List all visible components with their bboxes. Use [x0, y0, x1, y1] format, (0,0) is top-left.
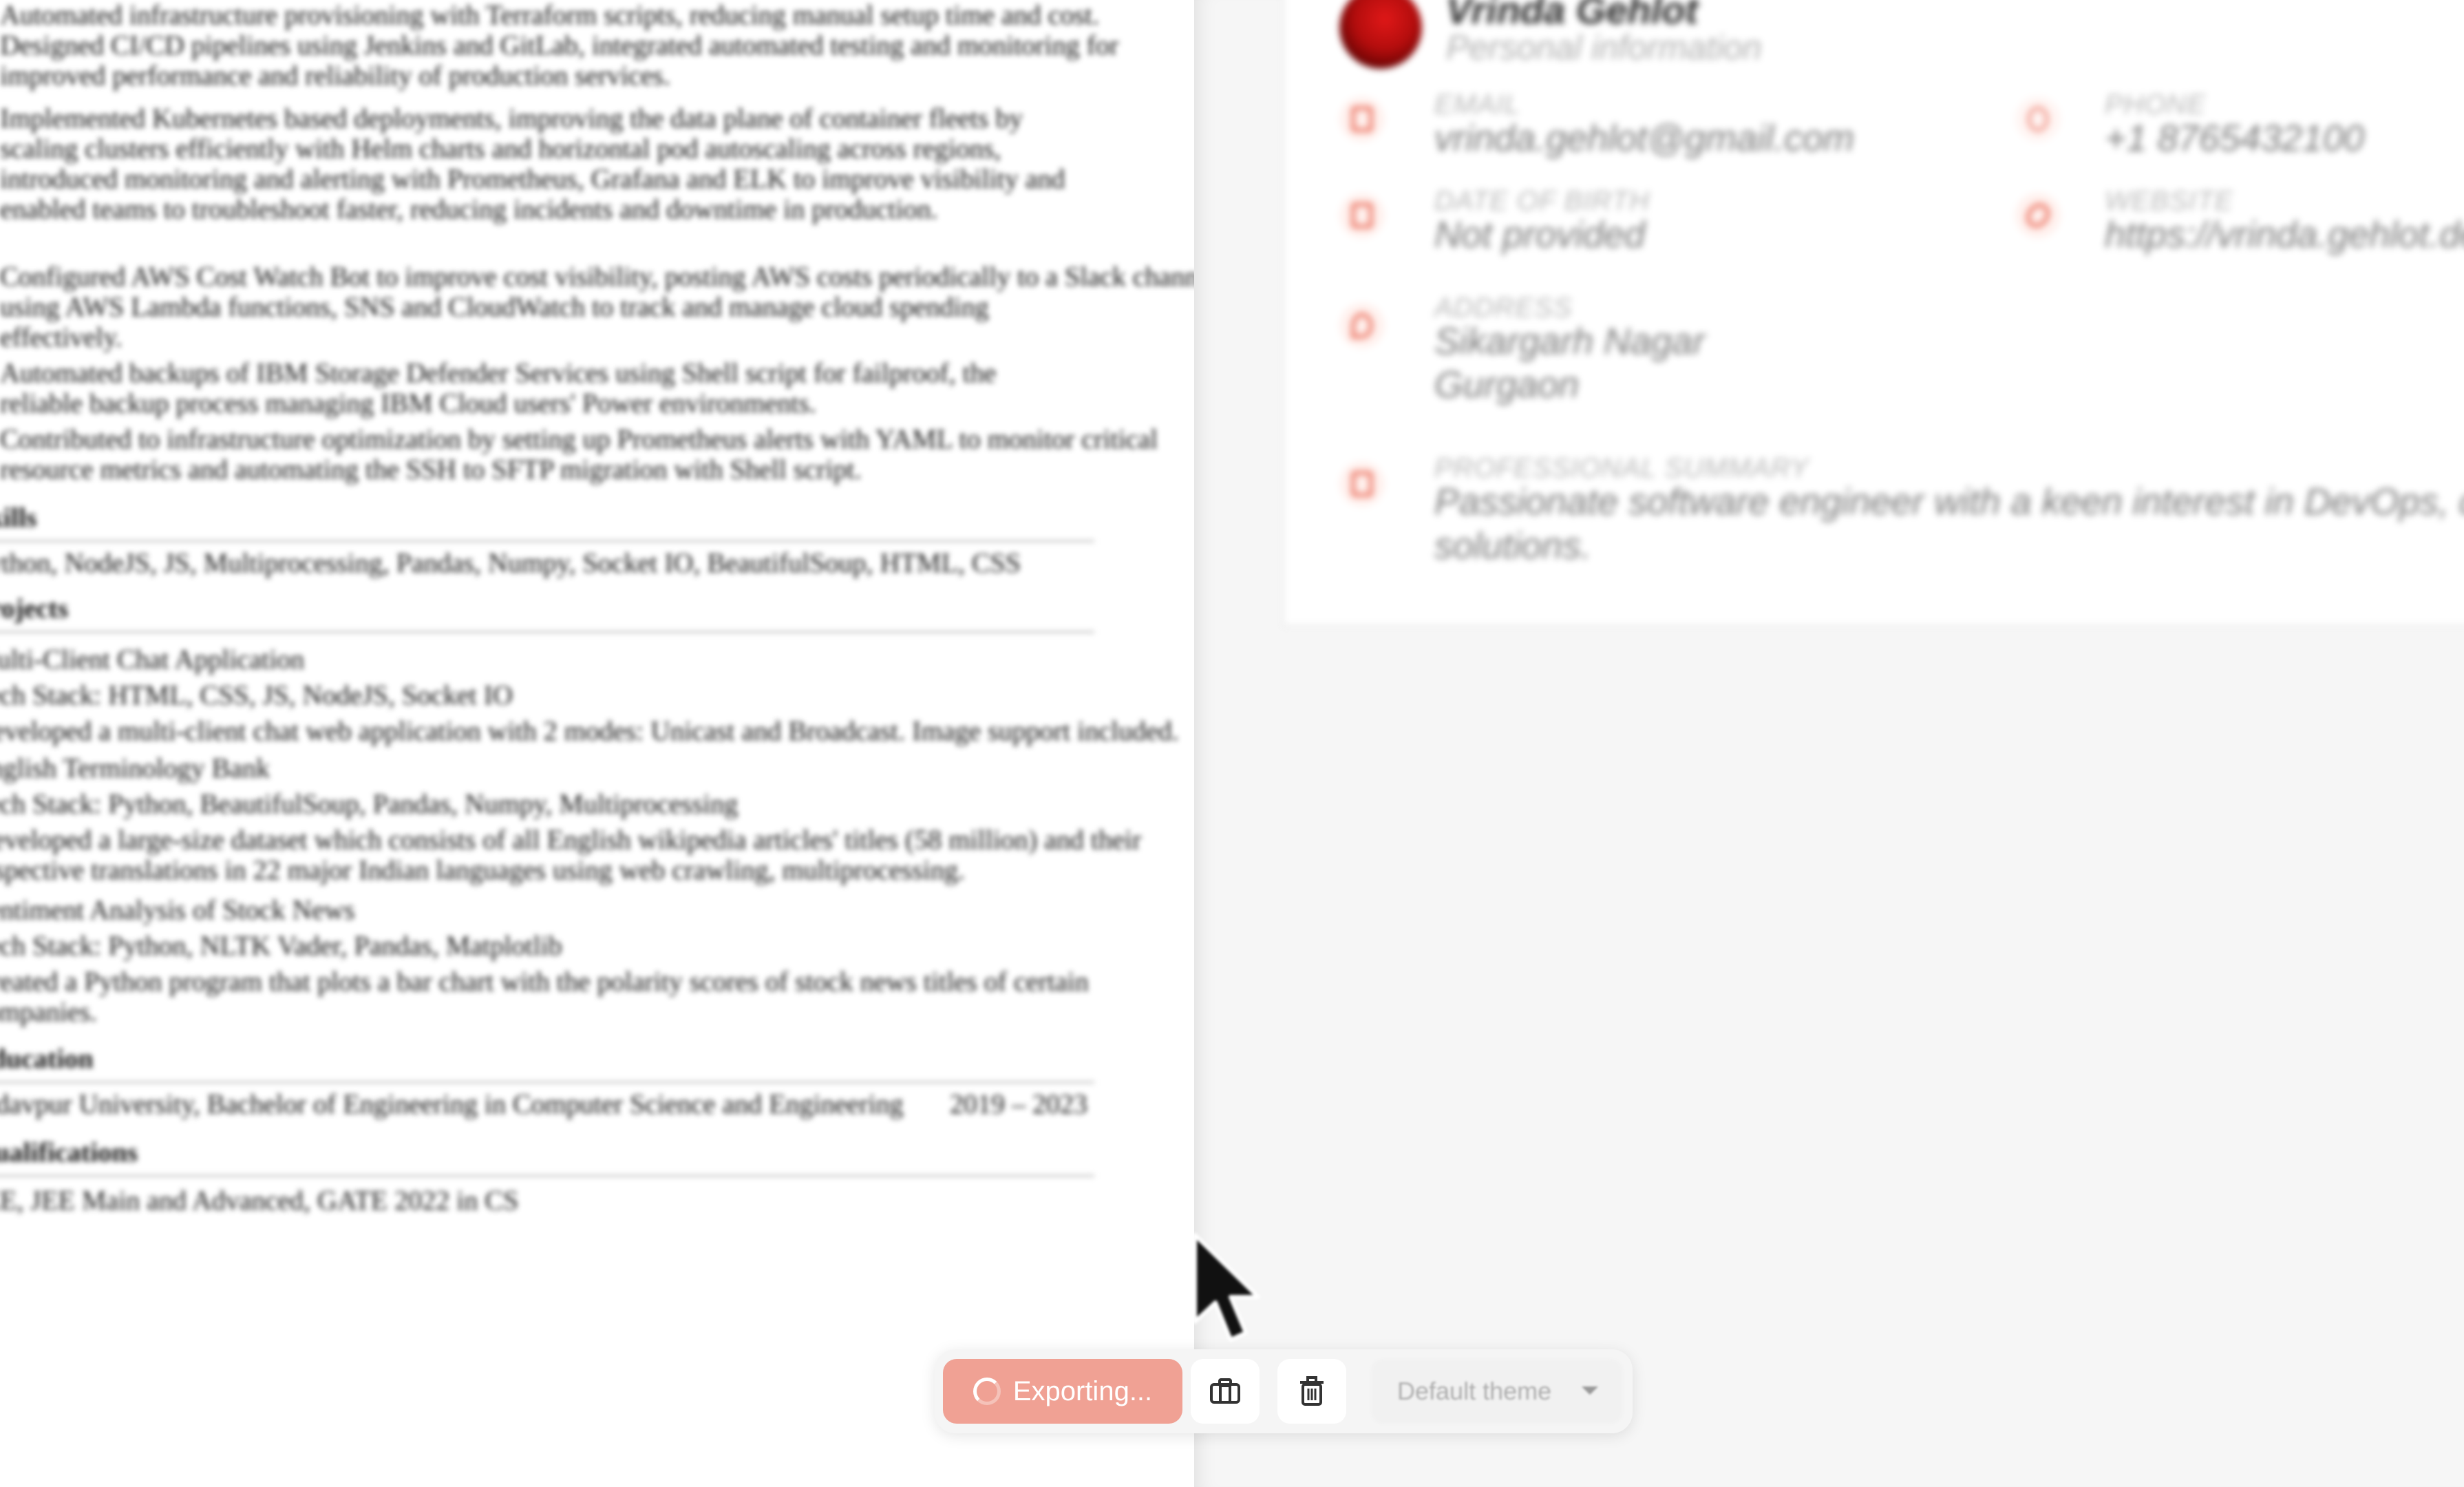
briefcase-button[interactable]: [1191, 1359, 1260, 1424]
resume-line: reliable backup process managing IBM Clo…: [0, 388, 816, 419]
mouse-cursor-icon: [1193, 1233, 1260, 1342]
briefcase-icon: [1210, 1378, 1240, 1404]
location-pin-icon: [1339, 303, 1385, 348]
resume-line: Tech Stack: Python, NLTK Vader, Pandas, …: [0, 930, 562, 961]
export-button-label: Exporting...: [1012, 1375, 1153, 1406]
trash-icon: [1300, 1376, 1324, 1406]
resume-line: improved performance and reliability of …: [0, 60, 671, 91]
bottom-toolbar: Exporting... Default theme: [935, 1349, 1633, 1433]
website-label: WEBSITE: [2105, 186, 2234, 216]
resume-line: Multi-Client Chat Application: [0, 644, 305, 675]
phone-icon: [2015, 96, 2061, 142]
resume-line: Skills: [0, 502, 37, 533]
resume-line: Qualifications: [0, 1137, 138, 1168]
loading-spinner-icon: [973, 1378, 1001, 1405]
chevron-down-icon: [1582, 1386, 1598, 1395]
resume-line: Automated infrastructure provisioning wi…: [0, 0, 1100, 30]
resume-line: Automated backups of IBM Storage Defende…: [0, 357, 997, 388]
resume-line: Tech Stack: Python, BeautifulSoup, Panda…: [0, 788, 739, 819]
profile-role: Personal information: [1446, 28, 1762, 67]
address-line-1[interactable]: Sikargarh Nagar: [1434, 320, 1705, 363]
email-label: EMAIL: [1434, 89, 1521, 120]
email-value[interactable]: vrinda.gehlot@gmail.com: [1434, 117, 1854, 160]
dob-value[interactable]: Not provided: [1434, 213, 1645, 256]
resume-line: effectively.: [0, 321, 123, 352]
resume-line: Created a Python program that plots a ba…: [0, 966, 1089, 997]
education-years: 2019 – 2023: [950, 1088, 1087, 1119]
resume-line: JEE, JEE Main and Advanced, GATE 2022 in…: [0, 1185, 519, 1216]
resume-line: Developed a large-size dataset which con…: [0, 824, 1142, 855]
summary-line-2[interactable]: solutions.: [1434, 525, 1591, 567]
phone-label: PHONE: [2105, 89, 2207, 120]
calendar-icon: [1339, 193, 1385, 238]
personal-info-card[interactable]: Vrinda Gehlot Personal information EMAIL…: [1282, 0, 2464, 626]
address-label: ADDRESS: [1434, 293, 1573, 323]
resume-line: resource metrics and automating the SSH …: [0, 454, 862, 485]
section-divider: [0, 1174, 1094, 1177]
summary-line-1[interactable]: Passionate software engineer with a keen…: [1434, 481, 2464, 523]
phone-value[interactable]: +1 8765432100: [2105, 117, 2364, 160]
resume-preview: Automated infrastructure provisioning wi…: [0, 0, 1194, 1487]
dob-label: DATE OF BIRTH: [1434, 186, 1650, 216]
resume-line: Developed a multi-client chat web applic…: [0, 715, 1179, 746]
resume-line: introduced monitoring and alerting with …: [0, 163, 1065, 194]
resume-line: Contributed to infrastructure optimizati…: [0, 423, 1158, 454]
resume-line: using AWS Lambda functions, SNS and Clou…: [0, 291, 989, 322]
email-icon: [1339, 96, 1385, 142]
summary-label: PROFESSIONAL SUMMARY: [1434, 453, 1809, 483]
document-icon: [1339, 461, 1385, 507]
delete-button[interactable]: [1277, 1359, 1346, 1424]
resume-line: Configured AWS Cost Watch Bot to improve…: [0, 261, 1194, 292]
resume-line: Tech Stack: HTML, CSS, JS, NodeJS, Socke…: [0, 679, 513, 710]
resume-line: Jadavpur University, Bachelor of Enginee…: [0, 1088, 904, 1119]
resume-line: Designed CI/CD pipelines using Jenkins a…: [0, 30, 1119, 61]
resume-line: English Terminology Bank: [0, 752, 270, 783]
theme-dropdown-label: Default theme: [1397, 1377, 1552, 1405]
resume-line: Education: [0, 1043, 94, 1074]
resume-line: enabled teams to troubleshoot faster, re…: [0, 193, 938, 224]
resume-line: Python, NodeJS, JS, Multiprocessing, Pan…: [0, 547, 1021, 578]
section-divider: [0, 540, 1094, 542]
resume-line: Projects: [0, 593, 69, 624]
link-icon: [2015, 193, 2061, 238]
resume-line: Implemented Kubernetes based deployments…: [0, 103, 1023, 134]
export-button[interactable]: Exporting...: [943, 1359, 1182, 1424]
address-line-2[interactable]: Gurgaon: [1434, 363, 1579, 406]
resume-line: Sentiment Analysis of Stock News: [0, 894, 355, 925]
avatar[interactable]: [1339, 0, 1422, 69]
resume-line: scaling clusters efficiently with Helm c…: [0, 133, 1001, 164]
website-value[interactable]: https://vrinda.gehlot.dev: [2105, 213, 2464, 256]
resume-line: companies.: [0, 996, 98, 1027]
resume-line: respective translations in 22 major Indi…: [0, 854, 965, 885]
section-divider: [0, 1081, 1094, 1084]
section-divider: [0, 631, 1094, 633]
theme-dropdown[interactable]: Default theme: [1371, 1359, 1623, 1424]
editor-panel: Vrinda Gehlot Personal information EMAIL…: [1194, 0, 2464, 1487]
